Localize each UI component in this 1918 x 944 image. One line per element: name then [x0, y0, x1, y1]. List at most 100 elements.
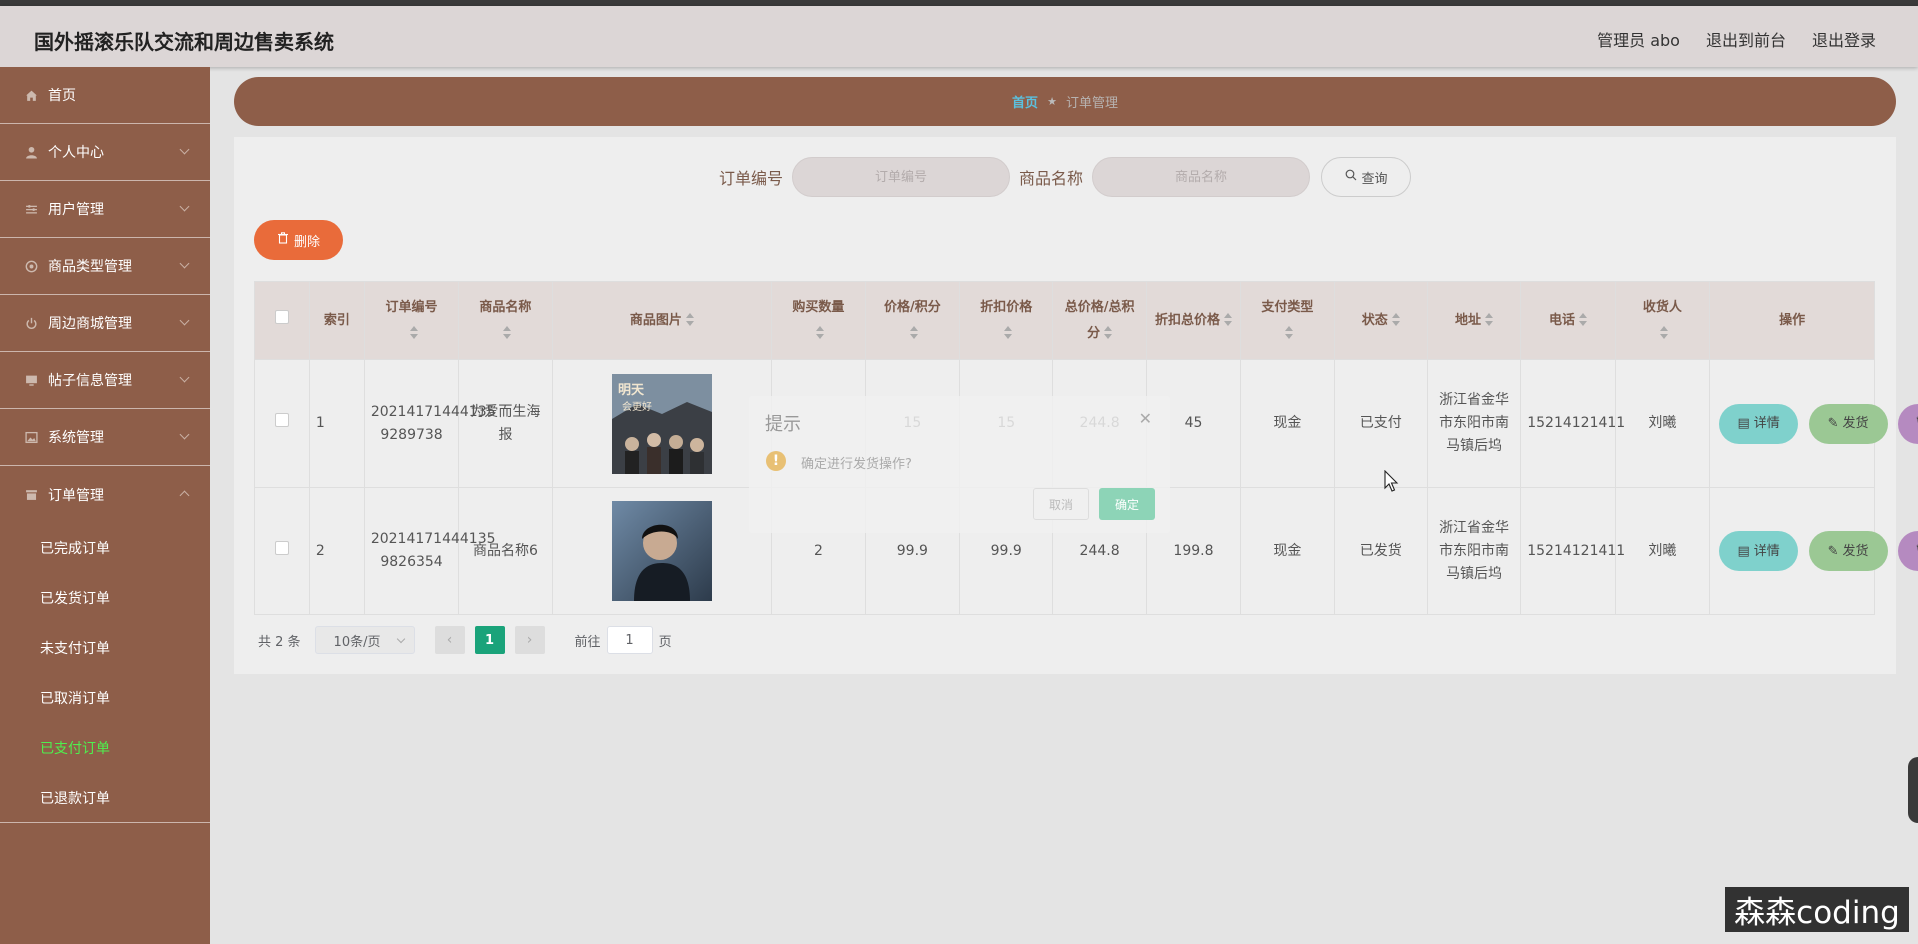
sidebar-item-home[interactable]: 首页 [0, 67, 210, 124]
confirm-button[interactable]: 确定 [1099, 488, 1155, 520]
column-header[interactable]: 商品名称 [458, 281, 553, 360]
warning-icon: ! [766, 451, 786, 471]
batch-delete-button[interactable]: 删除 [254, 220, 343, 260]
sort-icon[interactable] [409, 326, 418, 340]
breadcrumb-home-link[interactable]: 首页 [1012, 92, 1038, 111]
sidebar-item-system[interactable]: 系统管理 [0, 409, 210, 466]
sort-icon[interactable] [1391, 313, 1400, 327]
query-button[interactable]: 查询 [1321, 157, 1412, 197]
trash-icon: 🗑 [1914, 540, 1918, 563]
sidebar-item-orders[interactable]: 订单管理 [0, 466, 210, 523]
phone-cell: 15214121411 [1520, 359, 1625, 488]
sort-icon[interactable] [1104, 326, 1113, 340]
column-header[interactable]: 折扣价格 [959, 281, 1054, 360]
column-header-label: 电话 [1548, 312, 1575, 328]
sort-icon[interactable] [503, 326, 512, 340]
sidebar-subitem-completed-orders[interactable]: 已完成订单 [0, 523, 210, 573]
sidebar-item-label: 系统管理 [48, 430, 104, 446]
exit-to-frontend-link[interactable]: 退出到前台 [1706, 27, 1786, 51]
sort-icon[interactable] [1485, 313, 1494, 327]
detail-button[interactable]: ▤ 详情 [1719, 531, 1799, 571]
ship-button-label: 发货 [1842, 543, 1869, 559]
sidebar-subitem-refunded-orders[interactable]: 已退款订单 [0, 773, 210, 823]
sidebar-item-label: 用户管理 [48, 202, 104, 218]
sidebar-item-product-types[interactable]: 商品类型管理 [0, 238, 210, 295]
detail-button-label: 详情 [1753, 543, 1780, 559]
column-header[interactable]: 支付类型 [1240, 281, 1335, 360]
breadcrumb-current: 订单管理 [1065, 96, 1118, 111]
poster-image: 明天 会更好 [611, 373, 712, 474]
column-header[interactable]: 购买数量 [771, 281, 866, 360]
sidebar-item-users[interactable]: 用户管理 [0, 181, 210, 238]
sort-icon[interactable] [1660, 326, 1669, 340]
page-number-button[interactable]: 1 [474, 626, 505, 654]
select-all-checkbox[interactable] [274, 309, 289, 324]
document-icon: ▤ [1737, 543, 1750, 559]
sort-icon[interactable] [1223, 313, 1232, 327]
next-page-button[interactable]: › [514, 626, 545, 654]
edit-icon: ✎ [1827, 416, 1839, 431]
ship-button[interactable]: ✎ 发货 [1808, 403, 1888, 444]
column-header[interactable]: 商品图片 [551, 281, 773, 360]
sort-icon[interactable] [1578, 313, 1587, 327]
sidebar-item-label: 订单管理 [48, 487, 104, 504]
sidebar-item-posts[interactable]: 帖子信息管理 [0, 352, 210, 409]
sort-icon[interactable] [1004, 326, 1013, 340]
sidebar-subitem-unpaid-orders[interactable]: 未支付订单 [0, 623, 210, 673]
order-no-cell: 20214171444135 9289738 [363, 359, 496, 488]
goto-page-input[interactable]: 1 [606, 626, 653, 654]
product-name-input[interactable] [1092, 157, 1311, 197]
column-header[interactable]: 状态 [1333, 281, 1428, 360]
address-cell: 浙江省金华市东阳市南马镇后坞 [1426, 487, 1522, 615]
column-header-label: 总价格/总积分 [1064, 299, 1135, 341]
product-name-label: 商品名称 [1019, 169, 1084, 188]
row-checkbox[interactable] [274, 540, 289, 555]
column-header[interactable]: 电话 [1520, 281, 1616, 360]
chevron-down-icon [179, 315, 190, 326]
sort-icon[interactable] [685, 313, 694, 327]
box-icon [24, 488, 38, 502]
sort-icon[interactable] [910, 326, 919, 340]
sort-icon[interactable] [1285, 326, 1294, 340]
sidebar-subitem-shipped-orders[interactable]: 已发货订单 [0, 573, 210, 623]
column-header-label: 支付类型 [1261, 299, 1314, 315]
sort-icon[interactable] [816, 326, 825, 340]
sidebar-subitem-paid-orders[interactable]: 已支付订单 [0, 723, 210, 773]
column-header[interactable]: 价格/积分 [864, 281, 961, 360]
delete-button[interactable]: 🗑删除 [1898, 531, 1918, 571]
detail-button-label: 详情 [1753, 416, 1780, 431]
detail-button[interactable]: ▤ 详情 [1719, 403, 1799, 444]
sidebar-item-label: 商品类型管理 [48, 259, 132, 275]
batch-delete-label: 删除 [293, 234, 320, 250]
sidebar-item-mall[interactable]: 周边商城管理 [0, 295, 210, 352]
chevron-down-icon [179, 429, 190, 440]
column-header[interactable]: 地址 [1426, 281, 1522, 360]
prev-page-button[interactable]: ‹ [434, 626, 465, 654]
column-header[interactable]: 总价格/总积分 [1052, 281, 1147, 360]
delete-button[interactable]: 🗑删除 [1898, 403, 1918, 444]
receiver-cell: 刘曦 [1614, 359, 1711, 488]
column-header-label: 状态 [1361, 312, 1388, 328]
column-header: 索引 [308, 281, 365, 360]
order-no-label: 订单编号 [718, 169, 783, 188]
logout-link[interactable]: 退出登录 [1812, 27, 1876, 51]
sidebar-subitem-cancelled-orders[interactable]: 已取消订单 [0, 673, 210, 723]
row-checkbox[interactable] [274, 413, 289, 427]
page-size-select[interactable]: 10条/页 [314, 626, 415, 654]
admin-user-link[interactable]: 管理员 abo [1597, 27, 1680, 51]
ship-button[interactable]: ✎ 发货 [1808, 531, 1888, 571]
column-header-label: 折扣价格 [980, 299, 1033, 315]
pay-type-cell: 现金 [1240, 487, 1335, 615]
column-header[interactable]: 收货人 [1614, 281, 1711, 360]
row-select-cell [254, 359, 310, 488]
chevron-down-icon [179, 372, 190, 383]
column-header-label: 收货人 [1642, 299, 1682, 315]
close-icon[interactable]: ✕ [1139, 409, 1152, 428]
cancel-button[interactable]: 取消 [1033, 488, 1089, 520]
column-header[interactable]: 订单编号 [363, 281, 460, 360]
column-header[interactable]: 折扣总价格 [1145, 281, 1242, 360]
order-no-input[interactable] [792, 157, 1010, 197]
index-cell: 2 [308, 487, 365, 615]
sidebar-item-profile[interactable]: 个人中心 [0, 124, 210, 181]
document-icon: ▤ [1737, 416, 1750, 431]
